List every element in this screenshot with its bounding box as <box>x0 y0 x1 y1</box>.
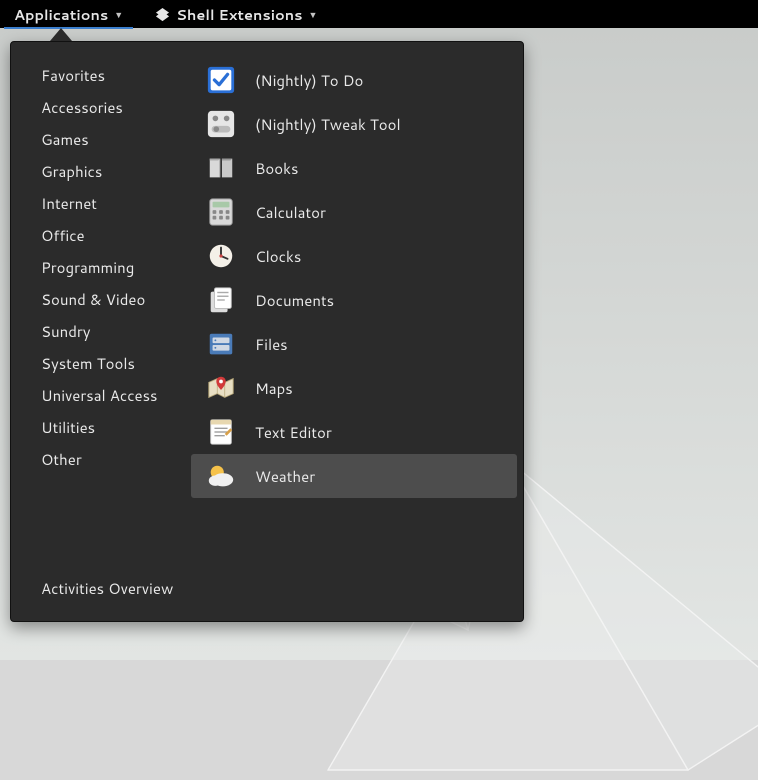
app-nightly-todo[interactable]: (Nightly) To Do <box>191 58 517 102</box>
puzzle-icon <box>155 7 170 22</box>
app-documents[interactable]: Documents <box>191 278 517 322</box>
todo-icon <box>205 64 237 96</box>
category-internet[interactable]: Internet <box>17 188 191 220</box>
app-weather[interactable]: Weather <box>191 454 517 498</box>
app-text-editor[interactable]: Text Editor <box>191 410 517 454</box>
calculator-icon <box>205 196 237 228</box>
category-office[interactable]: Office <box>17 220 191 252</box>
category-other[interactable]: Other <box>17 444 191 476</box>
category-favorites[interactable]: Favorites <box>17 60 191 92</box>
files-icon <box>205 328 237 360</box>
category-universal-access[interactable]: Universal Access <box>17 380 191 412</box>
category-system-tools[interactable]: System Tools <box>17 348 191 380</box>
top-bar: Applications ▼ Shell Extensions ▼ <box>0 0 758 28</box>
category-sundry[interactable]: Sundry <box>17 316 191 348</box>
tweak-tool-icon <box>205 108 237 140</box>
shell-extensions-menu-button[interactable]: Shell Extensions ▼ <box>145 0 327 28</box>
app-books[interactable]: Books <box>191 146 517 190</box>
category-games[interactable]: Games <box>17 124 191 156</box>
app-calculator[interactable]: Calculator <box>191 190 517 234</box>
app-label: Documents <box>255 290 334 311</box>
app-label: Files <box>255 334 288 355</box>
applications-label: Applications <box>14 4 108 25</box>
app-label: Calculator <box>255 202 326 223</box>
app-files[interactable]: Files <box>191 322 517 366</box>
activities-overview-item[interactable]: Activities Overview <box>41 578 493 599</box>
category-list: Favorites Accessories Games Graphics Int… <box>17 54 191 562</box>
app-label: Maps <box>255 378 293 399</box>
app-label: (Nightly) To Do <box>255 70 363 91</box>
app-maps[interactable]: Maps <box>191 366 517 410</box>
app-clocks[interactable]: Clocks <box>191 234 517 278</box>
category-graphics[interactable]: Graphics <box>17 156 191 188</box>
category-programming[interactable]: Programming <box>17 252 191 284</box>
category-accessories[interactable]: Accessories <box>17 92 191 124</box>
app-nightly-tweak-tool[interactable]: (Nightly) Tweak Tool <box>191 102 517 146</box>
clocks-icon <box>205 240 237 272</box>
menu-body: Favorites Accessories Games Graphics Int… <box>11 42 523 562</box>
category-utilities[interactable]: Utilities <box>17 412 191 444</box>
application-list: (Nightly) To Do (Nightly) Tweak Tool <box>191 54 517 562</box>
chevron-down-icon: ▼ <box>309 8 318 21</box>
chevron-down-icon: ▼ <box>114 8 123 21</box>
weather-icon <box>205 460 237 492</box>
menu-footer: Activities Overview <box>11 562 523 621</box>
text-editor-icon <box>205 416 237 448</box>
applications-menu-button[interactable]: Applications ▼ <box>4 0 133 28</box>
books-icon <box>205 152 237 184</box>
app-label: Books <box>255 158 298 179</box>
applications-menu-popup: Favorites Accessories Games Graphics Int… <box>10 41 524 622</box>
popup-arrow <box>50 28 72 41</box>
category-sound-video[interactable]: Sound & Video <box>17 284 191 316</box>
shell-extensions-label: Shell Extensions <box>176 4 302 25</box>
app-label: Clocks <box>255 246 301 267</box>
app-label: Text Editor <box>255 422 332 443</box>
documents-icon <box>205 284 237 316</box>
app-label: Weather <box>255 466 315 487</box>
maps-icon <box>205 372 237 404</box>
app-label: (Nightly) Tweak Tool <box>255 114 401 135</box>
